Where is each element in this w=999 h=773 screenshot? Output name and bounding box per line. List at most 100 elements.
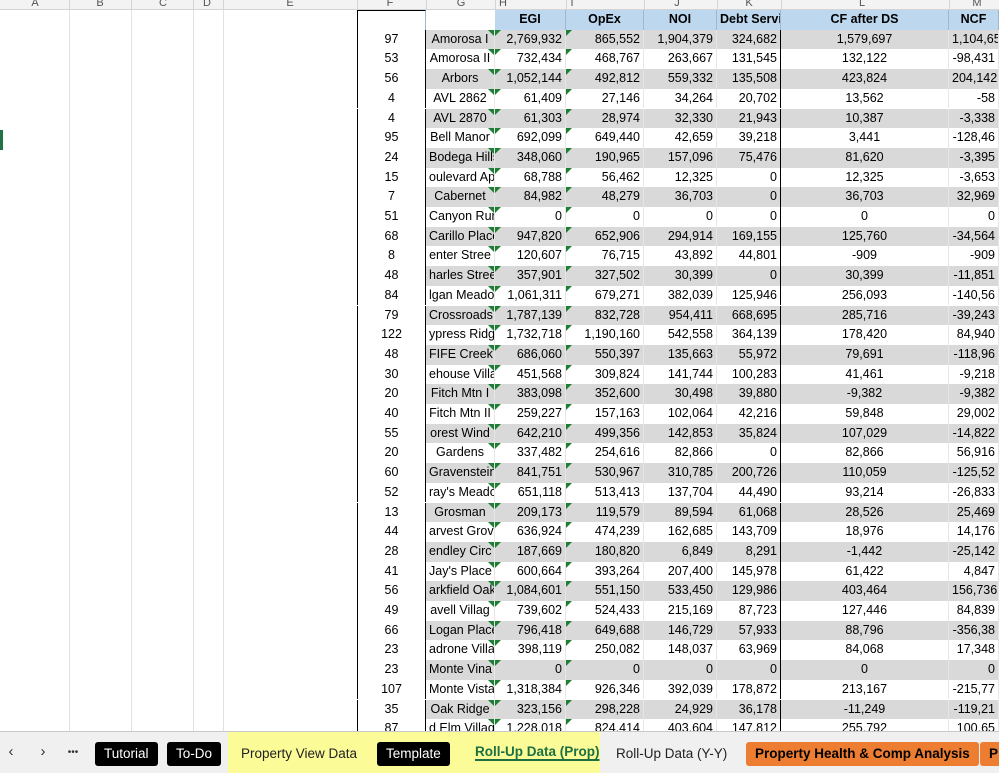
cell-cf[interactable]: 213,167 <box>781 679 949 700</box>
scroll-tabs-left-icon[interactable]: ‹ <box>1 743 21 760</box>
cell-egi[interactable]: 692,099 <box>495 128 566 148</box>
cell-opex[interactable]: 649,440 <box>566 128 644 148</box>
cell-count[interactable]: 4 <box>357 88 426 109</box>
cell-egi[interactable]: 323,156 <box>495 699 566 720</box>
cell-egi[interactable]: 68,788 <box>495 167 566 188</box>
cell-noi[interactable]: 24,929 <box>644 699 717 720</box>
cell-cf[interactable]: 61,422 <box>781 561 949 582</box>
cell-ncf[interactable]: -356,38 <box>949 620 999 641</box>
cell-opex[interactable]: 27,146 <box>566 88 644 109</box>
cell-cf[interactable]: -1,442 <box>781 541 949 562</box>
cell-count[interactable]: 48 <box>357 266 426 286</box>
spreadsheet-grid[interactable]: EGIOpExNOIDebt ServiceCF after DSNCF97Am… <box>0 10 999 737</box>
header-debt[interactable]: Debt Service <box>717 10 781 30</box>
cell-ncf[interactable]: -3,395 <box>949 147 999 168</box>
cell-noi[interactable]: 559,332 <box>644 69 717 89</box>
cell-ncf[interactable]: -128,46 <box>949 128 999 148</box>
cell-name[interactable]: Monte Vina <box>426 660 495 680</box>
cell-cf[interactable]: 132,122 <box>781 49 949 70</box>
cell-opex[interactable]: 48,279 <box>566 187 644 207</box>
cell-ncf[interactable]: 84,839 <box>949 601 999 621</box>
cell-name[interactable]: arkfield Oak <box>426 581 495 601</box>
cell-opex[interactable]: 832,728 <box>566 305 644 326</box>
column-letter-j[interactable]: J <box>667 0 687 9</box>
column-letter-i[interactable]: I <box>562 0 582 9</box>
column-letter-l[interactable]: L <box>852 0 872 9</box>
cell-ncf[interactable]: -125,52 <box>949 463 999 483</box>
column-letter-c[interactable]: C <box>153 0 173 9</box>
cell-name[interactable]: Amorosa II <box>426 49 495 70</box>
cell-opex[interactable]: 513,413 <box>566 482 644 503</box>
cell-egi[interactable]: 348,060 <box>495 147 566 168</box>
cell-noi[interactable]: 207,400 <box>644 561 717 582</box>
cell-name[interactable]: adrone Villa <box>426 640 495 661</box>
cell-debt[interactable]: 100,283 <box>717 364 781 385</box>
cell-name[interactable]: Canyon Run <box>426 207 495 227</box>
cell-name[interactable]: oulevard Ap <box>426 167 495 188</box>
cell-debt[interactable]: 668,695 <box>717 305 781 326</box>
cell-count[interactable]: 55 <box>357 423 426 444</box>
cell-name[interactable]: Monte Vista <box>426 679 495 700</box>
cell-cf[interactable]: 28,526 <box>781 502 949 523</box>
cell-name[interactable]: Gravenstein <box>426 463 495 483</box>
cell-opex[interactable]: 865,552 <box>566 29 644 50</box>
cell-noi[interactable]: 294,914 <box>644 226 717 247</box>
cell-ncf[interactable]: -118,96 <box>949 344 999 365</box>
cell-noi[interactable]: 542,558 <box>644 325 717 345</box>
cell-ncf[interactable]: 0 <box>949 660 999 680</box>
cell-ncf[interactable]: -119,21 <box>949 699 999 720</box>
cell-debt[interactable]: 35,824 <box>717 423 781 444</box>
cell-noi[interactable]: 12,325 <box>644 167 717 188</box>
cell-count[interactable]: 20 <box>357 443 426 464</box>
cell-cf[interactable]: 36,703 <box>781 187 949 207</box>
cell-opex[interactable]: 524,433 <box>566 601 644 621</box>
header-cell-blank[interactable] <box>426 10 495 30</box>
cell-egi[interactable]: 357,901 <box>495 266 566 286</box>
cell-egi[interactable]: 1,318,384 <box>495 679 566 700</box>
cell-cf[interactable]: 93,214 <box>781 482 949 503</box>
cell-name[interactable]: Jay's Place <box>426 561 495 582</box>
cell-egi[interactable]: 732,434 <box>495 49 566 70</box>
cell-name[interactable]: ypress Ridg <box>426 325 495 345</box>
cell-noi[interactable]: 141,744 <box>644 364 717 385</box>
cell-name[interactable]: Fitch Mtn II <box>426 404 495 424</box>
cell-opex[interactable]: 56,462 <box>566 167 644 188</box>
cell-opex[interactable]: 530,967 <box>566 463 644 483</box>
cell-egi[interactable]: 636,924 <box>495 522 566 542</box>
cell-noi[interactable]: 32,330 <box>644 108 717 129</box>
cell-ncf[interactable]: -34,564 <box>949 226 999 247</box>
cell-opex[interactable]: 180,820 <box>566 541 644 562</box>
cell-opex[interactable]: 254,616 <box>566 443 644 464</box>
cell-cf[interactable]: 178,420 <box>781 325 949 345</box>
cell-name[interactable]: endley Circ <box>426 541 495 562</box>
cell-ncf[interactable]: 17,348 <box>949 640 999 661</box>
cell-name[interactable]: avell Villag <box>426 601 495 621</box>
cell-noi[interactable]: 6,849 <box>644 541 717 562</box>
cell-egi[interactable]: 642,210 <box>495 423 566 444</box>
cell-debt[interactable]: 39,218 <box>717 128 781 148</box>
cell-cf[interactable]: 41,461 <box>781 364 949 385</box>
cell-noi[interactable]: 34,264 <box>644 88 717 109</box>
column-separator[interactable] <box>781 0 782 9</box>
cell-debt[interactable]: 0 <box>717 266 781 286</box>
cell-name[interactable]: Grosman <box>426 502 495 523</box>
cell-cf[interactable]: 18,976 <box>781 522 949 542</box>
cell-ncf[interactable]: -3,653 <box>949 167 999 188</box>
cell-noi[interactable]: 263,667 <box>644 49 717 70</box>
cell-egi[interactable]: 1,052,144 <box>495 69 566 89</box>
column-separator[interactable] <box>949 0 950 9</box>
cell-cf[interactable]: -909 <box>781 246 949 267</box>
cell-ncf[interactable]: -39,243 <box>949 305 999 326</box>
cell-ncf[interactable]: 56,916 <box>949 443 999 464</box>
cell-ncf[interactable]: 204,142 <box>949 69 999 89</box>
cell-count[interactable]: 51 <box>357 207 426 227</box>
cell-debt[interactable]: 63,969 <box>717 640 781 661</box>
cell-name[interactable]: Crossroads <box>426 305 495 326</box>
cell-ncf[interactable]: 156,736 <box>949 581 999 601</box>
cell-noi[interactable]: 148,037 <box>644 640 717 661</box>
cell-noi[interactable]: 82,866 <box>644 443 717 464</box>
sheet-tab-to-do[interactable]: To-Do <box>167 742 222 766</box>
cell-count[interactable]: 24 <box>357 147 426 168</box>
cell-noi[interactable]: 382,039 <box>644 285 717 306</box>
header-opex[interactable]: OpEx <box>566 10 644 30</box>
